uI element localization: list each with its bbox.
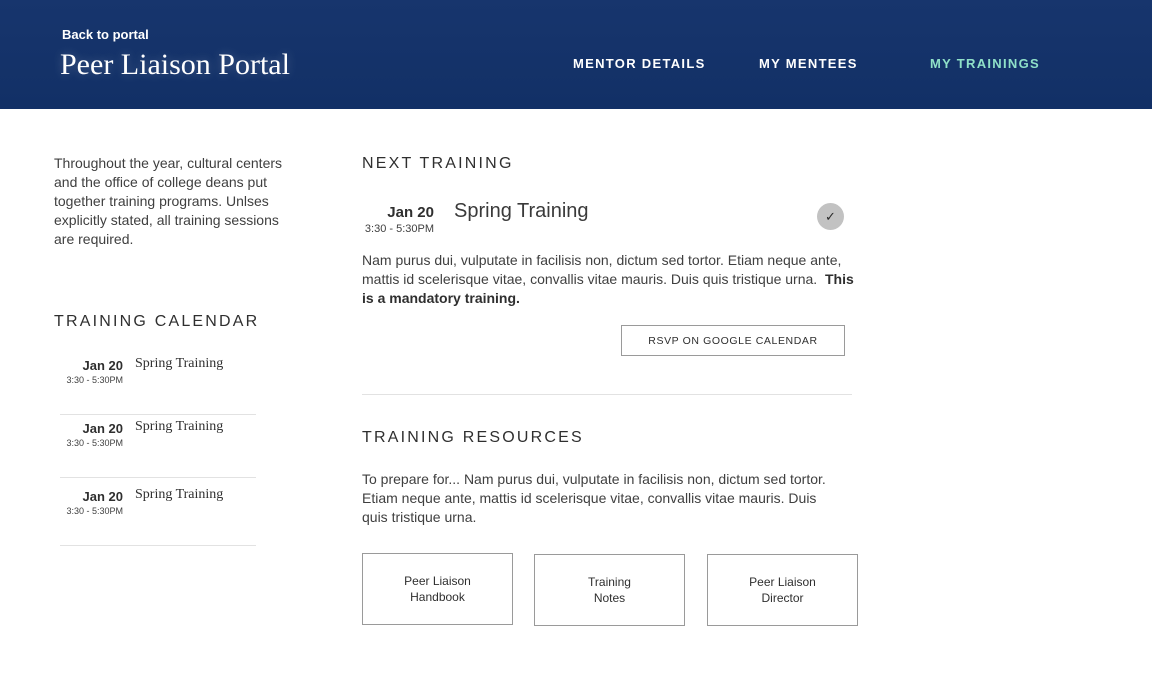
calendar-item-time: 3:30 - 5:30PM xyxy=(66,438,123,448)
calendar-item-time: 3:30 - 5:30PM xyxy=(66,506,123,516)
training-resources-heading: TRAINING RESOURCES xyxy=(362,429,584,446)
resources-description: To prepare for... Nam purus dui, vulputa… xyxy=(362,471,826,525)
next-training-description: Nam purus dui, vulputate in facilisis no… xyxy=(362,251,857,308)
nav-mentor-details[interactable]: MENTOR DETAILS xyxy=(573,56,706,71)
calendar-item[interactable]: Jan 20 3:30 - 5:30PM Spring Training xyxy=(60,352,256,415)
check-icon[interactable]: ✓ xyxy=(817,203,844,230)
calendar-item-name: Spring Training xyxy=(135,356,224,371)
portal-title: Peer Liaison Portal xyxy=(60,48,290,81)
resource-handbook-button[interactable]: Peer Liaison Handbook xyxy=(362,553,513,625)
resource-director-button[interactable]: Peer Liaison Director xyxy=(707,554,858,626)
next-training-title: Spring Training xyxy=(454,200,589,222)
calendar-item-date: Jan 20 xyxy=(82,358,123,373)
calendar-item[interactable]: Jan 20 3:30 - 5:30PM Spring Training xyxy=(60,483,256,546)
resource-training-notes-button[interactable]: Training Notes xyxy=(534,554,685,626)
next-training-date: Jan 20 xyxy=(387,204,434,221)
calendar-item[interactable]: Jan 20 3:30 - 5:30PM Spring Training xyxy=(60,415,256,478)
back-to-portal-link[interactable]: Back to portal xyxy=(62,27,149,42)
next-training-heading: NEXT TRAINING xyxy=(362,155,514,172)
nav-my-mentees[interactable]: MY MENTEES xyxy=(759,56,858,71)
calendar-item-name: Spring Training xyxy=(135,419,224,434)
training-calendar-heading: TRAINING CALENDAR xyxy=(54,313,260,330)
calendar-item-date: Jan 20 xyxy=(82,489,123,504)
calendar-item-time: 3:30 - 5:30PM xyxy=(66,375,123,385)
sidebar-intro-text: Throughout the year, cultural centers an… xyxy=(54,155,283,247)
calendar-item-name: Spring Training xyxy=(135,487,224,502)
next-training-description-text: Nam purus dui, vulputate in facilisis no… xyxy=(362,252,842,287)
nav-my-trainings[interactable]: MY TRAININGS xyxy=(930,56,1040,71)
rsvp-google-calendar-button[interactable]: RSVP ON GOOGLE CALENDAR xyxy=(621,325,845,356)
section-divider xyxy=(362,394,852,395)
header-bar: Back to portal Peer Liaison Portal MENTO… xyxy=(0,0,1152,109)
next-training-time: 3:30 - 5:30PM xyxy=(364,223,434,235)
calendar-item-date: Jan 20 xyxy=(82,421,123,436)
